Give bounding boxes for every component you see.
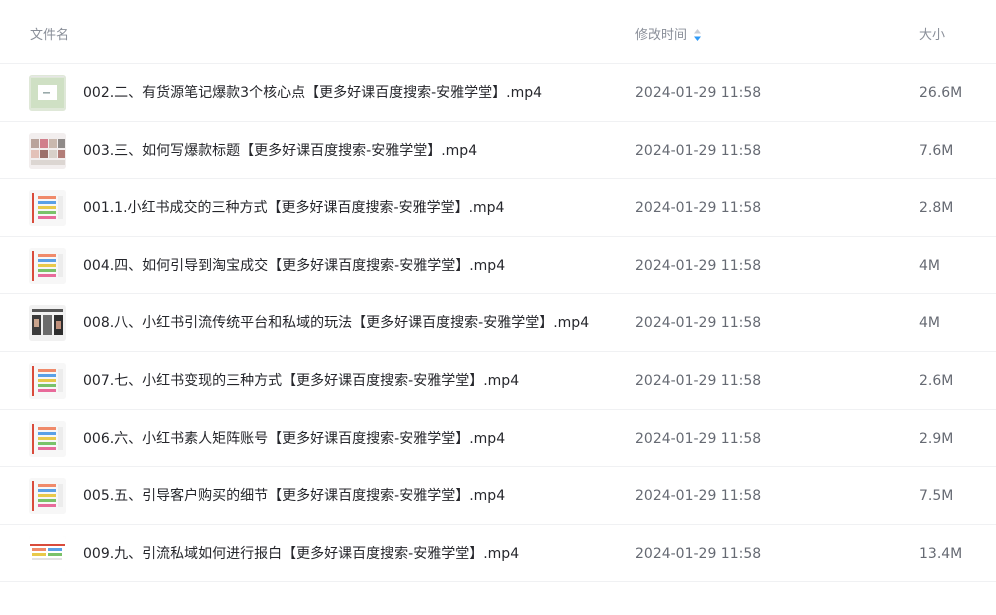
file-size: 4M — [919, 257, 940, 274]
file-list: 文件名 修改时间 大小 002.二、有货源笔记爆款3个核心点【更多好课百度搜索-… — [0, 0, 996, 615]
file-size: 4M — [919, 315, 940, 332]
file-name[interactable]: 001.1.小红书成交的三种方式【更多好课百度搜索-安雅学堂】.mp4 — [83, 198, 504, 218]
video-thumbnail-icon[interactable] — [29, 478, 66, 515]
sort-desc-icon[interactable] — [693, 28, 702, 42]
video-thumbnail-icon[interactable] — [29, 420, 66, 457]
file-modified-time: 2024-01-29 11:58 — [635, 372, 762, 389]
column-header-modified-time-label: 修改时间 — [635, 28, 688, 43]
file-row[interactable]: 005.五、引导客户购买的细节【更多好课百度搜索-安雅学堂】.mp4 2024-0… — [0, 467, 996, 525]
file-row[interactable]: 007.七、小红书变现的三种方式【更多好课百度搜索-安雅学堂】.mp4 2024-… — [0, 352, 996, 410]
file-name[interactable]: 002.二、有货源笔记爆款3个核心点【更多好课百度搜索-安雅学堂】.mp4 — [83, 83, 542, 103]
file-name[interactable]: 006.六、小红书素人矩阵账号【更多好课百度搜索-安雅学堂】.mp4 — [83, 429, 505, 449]
file-size: 2.9M — [919, 430, 954, 447]
file-list-header: 文件名 修改时间 大小 — [0, 0, 996, 64]
file-size: 2.6M — [919, 372, 954, 389]
file-name[interactable]: 005.五、引导客户购买的细节【更多好课百度搜索-安雅学堂】.mp4 — [83, 486, 505, 506]
video-thumbnail-icon[interactable] — [29, 362, 66, 399]
file-row[interactable]: 006.六、小红书素人矩阵账号【更多好课百度搜索-安雅学堂】.mp4 2024-0… — [0, 410, 996, 468]
file-modified-time: 2024-01-29 11:58 — [635, 488, 762, 505]
column-header-modified-time[interactable]: 修改时间 — [635, 27, 702, 45]
file-row[interactable]: 009.九、引流私域如何进行报白【更多好课百度搜索-安雅学堂】.mp4 2024-… — [0, 525, 996, 583]
file-size: 7.5M — [919, 488, 954, 505]
file-row[interactable]: 008.八、小红书引流传统平台和私域的玩法【更多好课百度搜索-安雅学堂】.mp4… — [0, 294, 996, 352]
file-rows: 002.二、有货源笔记爆款3个核心点【更多好课百度搜索-安雅学堂】.mp4 202… — [0, 64, 996, 583]
file-modified-time: 2024-01-29 11:58 — [635, 315, 762, 332]
file-name[interactable]: 008.八、小红书引流传统平台和私域的玩法【更多好课百度搜索-安雅学堂】.mp4 — [83, 313, 589, 333]
video-thumbnail-icon[interactable] — [29, 305, 66, 342]
column-header-size[interactable]: 大小 — [919, 27, 945, 45]
video-thumbnail-icon[interactable] — [29, 535, 66, 572]
file-row[interactable]: 003.三、如何写爆款标题【更多好课百度搜索-安雅学堂】.mp4 2024-01-… — [0, 122, 996, 180]
column-header-name[interactable]: 文件名 — [30, 27, 69, 45]
file-name[interactable]: 009.九、引流私域如何进行报白【更多好课百度搜索-安雅学堂】.mp4 — [83, 544, 519, 564]
file-row[interactable]: 001.1.小红书成交的三种方式【更多好课百度搜索-安雅学堂】.mp4 2024-… — [0, 179, 996, 237]
file-row[interactable]: 004.四、如何引导到淘宝成交【更多好课百度搜索-安雅学堂】.mp4 2024-0… — [0, 237, 996, 295]
file-modified-time: 2024-01-29 11:58 — [635, 257, 762, 274]
video-thumbnail-icon[interactable] — [29, 247, 66, 284]
file-size: 2.8M — [919, 200, 954, 217]
file-size: 13.4M — [919, 545, 963, 562]
file-name[interactable]: 004.四、如何引导到淘宝成交【更多好课百度搜索-安雅学堂】.mp4 — [83, 256, 505, 276]
file-modified-time: 2024-01-29 11:58 — [635, 142, 762, 159]
file-modified-time: 2024-01-29 11:58 — [635, 430, 762, 447]
file-modified-time: 2024-01-29 11:58 — [635, 545, 762, 562]
file-modified-time: 2024-01-29 11:58 — [635, 200, 762, 217]
file-name[interactable]: 003.三、如何写爆款标题【更多好课百度搜索-安雅学堂】.mp4 — [83, 141, 477, 161]
file-size: 26.6M — [919, 85, 963, 101]
video-thumbnail-icon[interactable] — [29, 190, 66, 227]
video-thumbnail-icon[interactable] — [29, 132, 66, 169]
file-row[interactable]: 002.二、有货源笔记爆款3个核心点【更多好课百度搜索-安雅学堂】.mp4 202… — [0, 64, 996, 122]
video-thumbnail-icon[interactable] — [29, 75, 66, 111]
file-size: 7.6M — [919, 142, 954, 159]
file-modified-time: 2024-01-29 11:58 — [635, 85, 762, 101]
file-name[interactable]: 007.七、小红书变现的三种方式【更多好课百度搜索-安雅学堂】.mp4 — [83, 371, 519, 391]
